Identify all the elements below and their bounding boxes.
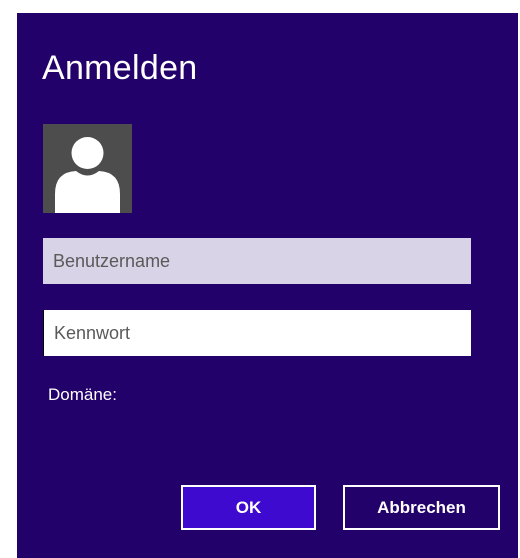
- user-silhouette-icon: [55, 137, 120, 213]
- domain-label: Domäne:: [48, 385, 117, 404]
- cancel-button[interactable]: Abbrechen: [343, 485, 500, 530]
- username-input[interactable]: [43, 238, 471, 284]
- password-input[interactable]: [43, 310, 471, 356]
- user-avatar: [43, 124, 132, 213]
- dialog-title: Anmelden: [42, 49, 198, 87]
- login-dialog: Anmelden Domäne: OK Abbrechen: [17, 13, 518, 558]
- ok-button[interactable]: OK: [181, 485, 316, 530]
